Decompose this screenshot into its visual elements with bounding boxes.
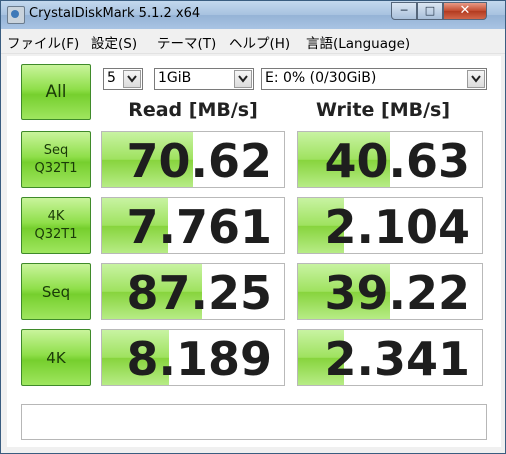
app-window: CrystalDiskMark 5.1.2 x64 ─ □ ✕ ファイル(F) … (0, 0, 506, 454)
result-value: 70.62 (126, 134, 272, 188)
result-value: 7.761 (126, 200, 272, 254)
menu-language[interactable]: 言語(Language) (306, 32, 410, 52)
maximize-button[interactable]: □ (417, 2, 443, 20)
result-value: 2.341 (324, 332, 470, 386)
4k-q32t1-write-result: 2.104 (297, 197, 483, 254)
test-label-line2: Q32T1 (34, 160, 78, 176)
chevron-down-icon (234, 70, 252, 88)
test-label-line2: Q32T1 (34, 226, 78, 242)
drive-select-value: E: 0% (0/30GiB) (265, 70, 377, 86)
count-select[interactable]: 5 (103, 68, 143, 90)
4k-button[interactable]: 4K (21, 329, 91, 386)
menu-file[interactable]: ファイル(F) (7, 32, 79, 52)
4k-read-result: 8.189 (101, 329, 285, 386)
result-value: 8.189 (126, 332, 272, 386)
test-label-line1: 4K (46, 348, 66, 367)
test-label-line1: 4K (47, 208, 65, 224)
4k-q32t1-read-result: 7.761 (101, 197, 285, 254)
result-value: 40.63 (324, 134, 470, 188)
result-value: 87.25 (126, 266, 272, 320)
test-label-line1: Seq (41, 282, 71, 301)
menu-settings[interactable]: 設定(S) (91, 32, 137, 52)
seq-q32t1-read-result: 70.62 (101, 131, 285, 188)
seq-q32t1-write-result: 40.63 (297, 131, 483, 188)
seq-write-result: 39.22 (297, 263, 483, 320)
menu-theme[interactable]: テーマ(T) (157, 32, 216, 52)
close-button[interactable]: ✕ (443, 2, 487, 20)
seq-q32t1-button[interactable]: Seq Q32T1 (21, 131, 91, 188)
write-column-header: Write [MB/s] (315, 99, 451, 121)
menu-bar: ファイル(F) 設定(S) テーマ(T) ヘルプ(H) 言語(Language) (1, 29, 505, 54)
size-select[interactable]: 1GiB (154, 68, 254, 90)
minimize-button[interactable]: ─ (391, 2, 417, 20)
result-value: 39.22 (324, 266, 470, 320)
chevron-down-icon (467, 70, 485, 88)
drive-select[interactable]: E: 0% (0/30GiB) (261, 68, 487, 90)
seq-read-result: 87.25 (101, 263, 285, 320)
app-disk-icon (7, 6, 25, 24)
comment-input[interactable] (21, 404, 487, 440)
menu-help[interactable]: ヘルプ(H) (229, 32, 290, 52)
benchmark-panel: All 5 1GiB E: 0% (0/30GiB) Read [MB/s] W… (7, 56, 501, 447)
all-button[interactable]: All (21, 64, 91, 120)
read-column-header: Read [MB/s] (128, 99, 258, 121)
chevron-down-icon (123, 70, 141, 88)
seq-button[interactable]: Seq (21, 263, 91, 320)
count-select-value: 5 (107, 70, 116, 86)
test-label-line1: Seq (43, 142, 69, 158)
4k-write-result: 2.341 (297, 329, 483, 386)
title-bar[interactable]: CrystalDiskMark 5.1.2 x64 ─ □ ✕ (1, 1, 505, 29)
result-value: 2.104 (324, 200, 470, 254)
all-button-label: All (45, 82, 67, 102)
4k-q32t1-button[interactable]: 4K Q32T1 (21, 197, 91, 254)
size-select-value: 1GiB (158, 70, 192, 86)
window-title: CrystalDiskMark 5.1.2 x64 (29, 6, 201, 21)
